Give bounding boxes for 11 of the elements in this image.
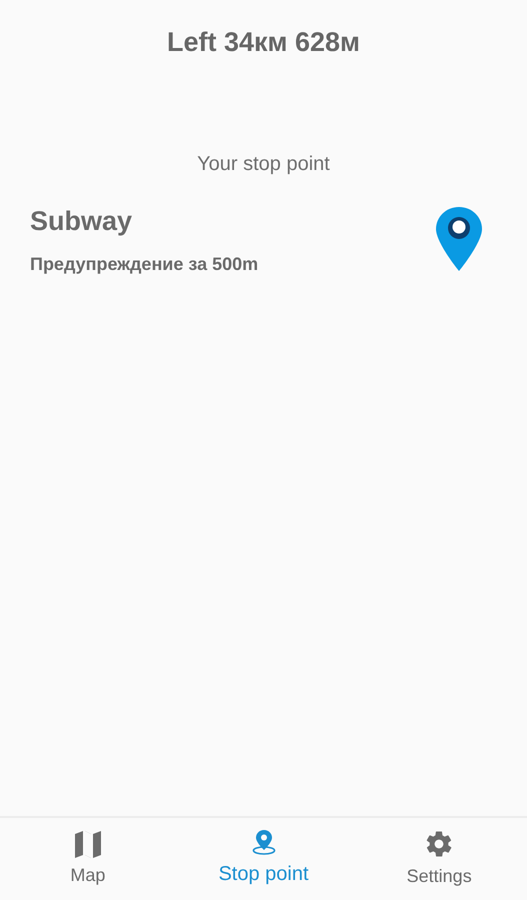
stop-name: Subway <box>30 204 134 238</box>
warning-text: Предупреждение за 500m <box>30 253 258 276</box>
distance-title: Left 34км 628м <box>166 26 362 59</box>
map-icon <box>74 830 102 858</box>
nav-tab[interactable]: Map <box>0 818 176 900</box>
location-pin-icon <box>252 829 276 855</box>
nav-tab[interactable]: Settings <box>351 818 527 900</box>
location-pin-icon <box>436 207 482 272</box>
settings-icon <box>424 828 454 858</box>
nav-tab[interactable]: Stop point <box>176 818 352 900</box>
section-label: Your stop point <box>196 152 331 176</box>
